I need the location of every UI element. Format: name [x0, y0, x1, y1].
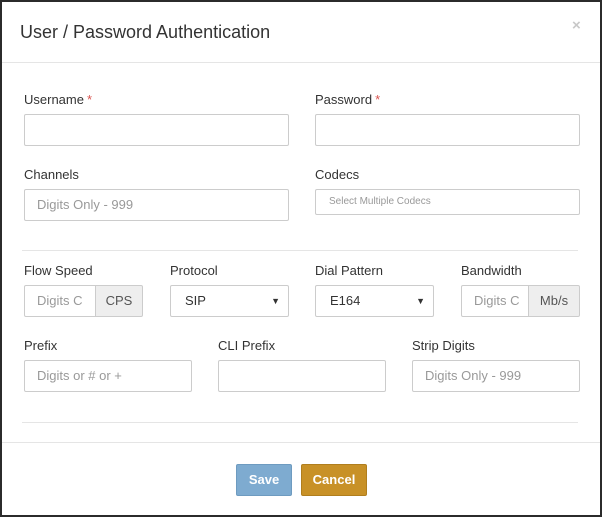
- dial-pattern-label: Dial Pattern: [315, 263, 383, 278]
- protocol-selected-value: SIP: [185, 293, 206, 308]
- strip-digits-label: Strip Digits: [412, 338, 475, 353]
- chevron-down-icon: ▼: [271, 296, 280, 306]
- flow-speed-label: Flow Speed: [24, 263, 93, 278]
- protocol-select[interactable]: SIP ▼: [170, 285, 289, 317]
- strip-digits-input[interactable]: Digits Only - 999: [412, 360, 580, 392]
- cli-prefix-label: CLI Prefix: [218, 338, 276, 353]
- dial-pattern-select[interactable]: E164 ▼: [315, 285, 434, 317]
- cli-prefix-input[interactable]: [218, 360, 386, 392]
- codecs-label: Codecs: [315, 167, 360, 182]
- username-input[interactable]: [24, 114, 289, 146]
- dialog-title: User / Password Authentication: [20, 22, 271, 42]
- bandwidth-label: Bandwidth: [461, 263, 522, 278]
- cps-addon: CPS: [95, 285, 143, 317]
- prefix-label: Prefix: [24, 338, 58, 353]
- dial-pattern-selected-value: E164: [330, 293, 361, 308]
- flow-speed-input[interactable]: Digits C: [24, 285, 96, 317]
- dialog-header: User / Password Authentication ×: [2, 2, 600, 63]
- divider-2: [22, 422, 578, 423]
- channels-input[interactable]: Digits Only - 999: [24, 189, 289, 221]
- protocol-label: Protocol: [170, 263, 218, 278]
- save-button[interactable]: Save: [236, 464, 292, 496]
- password-label: Password *: [315, 92, 380, 107]
- password-label-text: Password: [315, 92, 373, 107]
- auth-dialog: User / Password Authentication × Usernam…: [0, 0, 602, 517]
- username-label-text: Username: [24, 92, 84, 107]
- username-label: Username *: [24, 92, 92, 107]
- cancel-button[interactable]: Cancel: [301, 464, 367, 496]
- chevron-down-icon: ▼: [416, 296, 425, 306]
- close-icon[interactable]: ×: [572, 18, 581, 34]
- bandwidth-input[interactable]: Digits C: [461, 285, 529, 317]
- username-required-mark: *: [86, 92, 93, 107]
- prefix-input[interactable]: Digits or # or +: [24, 360, 192, 392]
- channels-label: Channels: [24, 167, 79, 182]
- password-input[interactable]: [315, 114, 580, 146]
- divider-1: [22, 250, 578, 251]
- dialog-footer: Save Cancel: [2, 442, 600, 515]
- password-required-mark: *: [375, 92, 381, 107]
- mbps-addon: Mb/s: [528, 285, 580, 317]
- codecs-multiselect[interactable]: Select Multiple Codecs: [315, 189, 580, 215]
